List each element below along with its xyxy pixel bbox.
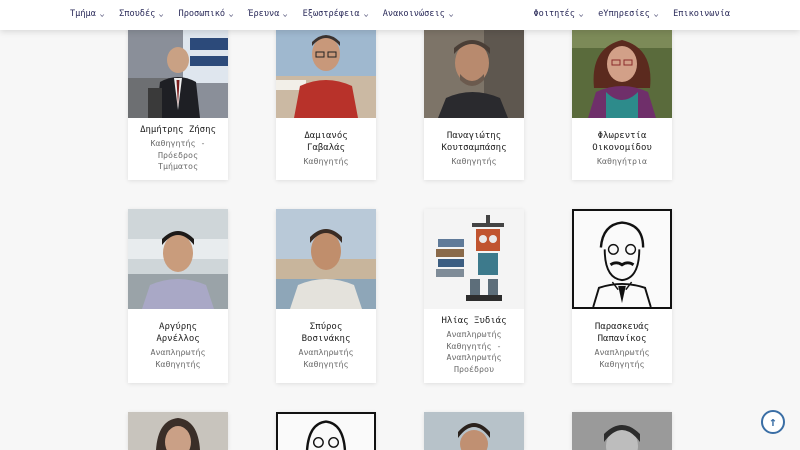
arrow-up-icon: ↑ [769,414,777,430]
chevron-down-icon: ⌄ [653,10,659,18]
staff-name[interactable]: Αργύρης [128,321,228,333]
staff-name[interactable]: Βοσινάκης [276,333,376,345]
staff-card[interactable] [276,412,376,450]
nav-label: Επικοινωνία [673,9,730,19]
staff-card[interactable] [424,412,524,450]
nav-item-announcements[interactable]: Ανακοινώσεις ⌄ [382,9,454,19]
nav-label: Φοιτητές [533,9,575,19]
staff-photo [128,412,228,450]
staff-photo [424,18,524,118]
staff-card[interactable]: Φλωρεντία Οικονομίδου Καθηγήτρια [572,18,672,180]
staff-card[interactable]: Παναγιώτης Κουτσαμπάσης Καθηγητής [424,18,524,180]
nav-item-contact[interactable]: Επικοινωνία [673,9,730,19]
staff-name[interactable]: Φλωρεντία [572,130,672,142]
staff-name[interactable]: Κουτσαμπάσης [424,142,524,154]
staff-photo [276,18,376,118]
nav-item-eservices[interactable]: eΥπηρεσίες ⌄ [598,9,659,19]
staff-role: Αναπληρωτής [446,352,502,362]
staff-role: Καθηγητής - [150,138,206,148]
chevron-down-icon: ⌄ [158,10,165,18]
staff-card[interactable]: Ηλίας Ξυδιάς Αναπληρωτής Καθηγητής - Ανα… [424,209,524,383]
staff-card[interactable]: Δαμιανός Γαβαλάς Καθηγητής [276,18,376,180]
staff-card[interactable]: Παρασκευάς Παπανίκος Αναπληρωτής Καθηγητ… [572,209,672,383]
staff-role: Προέδρου [454,363,494,374]
nav-item-studies[interactable]: Σπουδές ⌄ [119,9,165,19]
staff-photo [128,209,228,309]
staff-photo [424,209,524,309]
staff-name[interactable]: Παπανίκος [572,333,672,345]
staff-name[interactable]: Ηλίας Ξυδιάς [424,315,524,327]
nav-label: Τμήμα [70,9,96,19]
staff-role: Αναπληρωτής [298,347,354,357]
chevron-down-icon: ⌄ [448,10,454,18]
staff-photo [572,412,672,450]
staff-name[interactable]: Γαβαλάς [276,142,376,154]
staff-card[interactable]: Αργύρης Αρνέλλος Αναπληρωτής Καθηγητής [128,209,228,383]
staff-name[interactable]: Δαμιανός [276,130,376,142]
staff-role: Καθηγητής [599,358,645,369]
staff-name[interactable]: Παναγιώτης [424,130,524,142]
staff-role: Αναπληρωτής [150,347,206,357]
staff-photo [276,412,376,450]
chevron-down-icon: ⌄ [578,10,584,18]
nav-item-staff[interactable]: Προσωπικό ⌄ [179,9,234,19]
staff-name[interactable]: Οικονομίδου [572,142,672,154]
nav-label: Εξωστρέφεια [302,9,360,19]
staff-role: Καθηγητής [155,358,201,369]
staff-role: Τμήματος [158,161,198,171]
staff-name[interactable]: Σπύρος [276,321,376,333]
staff-role: Καθηγήτρια [597,156,647,166]
scroll-to-top-button[interactable]: ↑ [761,410,785,434]
staff-name[interactable]: Παρασκευάς [572,321,672,333]
staff-photo [276,209,376,309]
chevron-down-icon: ⌄ [362,10,369,18]
staff-photo [424,412,524,450]
chevron-down-icon: ⌄ [228,10,234,18]
staff-photo [128,18,228,118]
staff-photo [572,209,672,309]
nav-item-research[interactable]: Έρευνα ⌄ [248,9,289,19]
chevron-down-icon: ⌄ [99,10,105,18]
nav-item-outreach[interactable]: Εξωστρέφεια ⌄ [302,9,369,19]
staff-role: Πρόεδρος [158,149,198,160]
staff-name[interactable]: Αρνέλλος [128,333,228,345]
staff-card[interactable]: Σπύρος Βοσινάκης Αναπληρωτής Καθηγητής [276,209,376,383]
staff-role: Καθηγητής - [446,340,502,351]
staff-role: Καθηγητής [303,358,349,369]
top-navigation-bar: Τμήμα ⌄ Σπουδές ⌄ Προσωπικό ⌄ Έρευνα ⌄ Εξωστ… [0,0,800,30]
staff-card[interactable] [128,412,228,450]
nav-label: Ανακοινώσεις [382,9,445,19]
staff-role: Καθηγητής [451,156,497,166]
staff-card[interactable] [572,412,672,450]
secondary-menu: Φοιτητές ⌄ eΥπηρεσίες ⌄ Επικοινωνία [533,9,730,19]
nav-label: Προσωπικό [178,9,226,19]
nav-label: Σπουδές [119,9,156,19]
nav-item-students[interactable]: Φοιτητές ⌄ [533,9,583,19]
staff-name[interactable]: Δημήτρης Ζήσης [128,124,228,136]
staff-card[interactable]: Δημήτρης Ζήσης Καθηγητής - Πρόεδρος Τμήμ… [128,18,228,180]
staff-role: Καθηγητής [303,156,349,166]
nav-item-department[interactable]: Τμήμα ⌄ [70,9,105,19]
chevron-down-icon: ⌄ [282,10,289,18]
staff-photo [572,18,672,118]
staff-role: Αναπληρωτής [594,347,650,357]
nav-label: eΥπηρεσίες [598,9,650,19]
main-menu: Τμήμα ⌄ Σπουδές ⌄ Προσωπικό ⌄ Έρευνα ⌄ Εξωστ… [70,9,454,19]
nav-label: Έρευνα [248,9,280,19]
staff-role: Αναπληρωτής [446,329,502,339]
